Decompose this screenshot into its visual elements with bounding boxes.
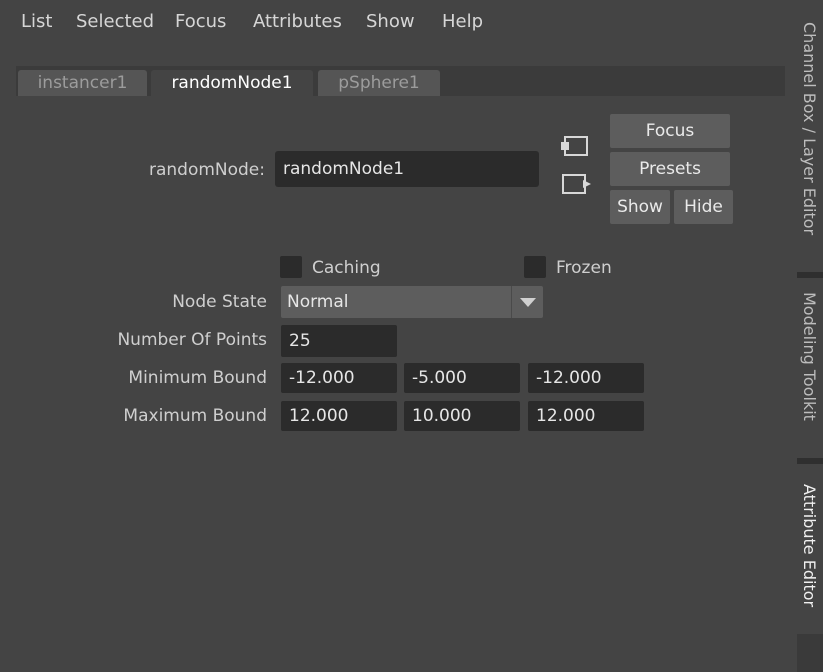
minimum-bound-x-field[interactable]: -12.000 (281, 363, 397, 393)
minimum-bound-label: Minimum Bound (128, 368, 267, 388)
node-state-dropdown[interactable]: Normal (281, 286, 543, 318)
side-tab-channel-box-label: Channel Box / Layer Editor (800, 22, 819, 236)
maximum-bound-y-field[interactable]: 10.000 (404, 401, 520, 431)
hide-button[interactable]: Hide (674, 190, 733, 224)
minimum-bound-y-field[interactable]: -5.000 (404, 363, 520, 393)
presets-button[interactable]: Presets (610, 152, 730, 186)
maximum-bound-x-field[interactable]: 12.000 (281, 401, 397, 431)
number-of-points-field[interactable]: 25 (281, 325, 397, 357)
node-type-label: randomNode: (148, 160, 265, 180)
caching-label: Caching (312, 258, 381, 278)
side-tab-modeling-toolkit-label: Modeling Toolkit (800, 292, 819, 421)
node-state-value: Normal (287, 292, 349, 312)
frozen-checkbox[interactable] (524, 256, 546, 278)
side-tab-attribute-editor[interactable]: Attribute Editor (797, 464, 823, 634)
node-name-field[interactable]: randomNode1 (275, 151, 539, 187)
frozen-label: Frozen (556, 258, 612, 278)
side-tab-attribute-editor-label: Attribute Editor (800, 484, 819, 608)
tab-instancer1[interactable]: instancer1 (18, 70, 147, 96)
side-tab-channel-box[interactable]: Channel Box / Layer Editor (797, 0, 823, 272)
menu-bar: List Selected Focus Attributes Show Help (0, 0, 797, 44)
focus-button[interactable]: Focus (610, 114, 730, 148)
menu-selected[interactable]: Selected (76, 11, 154, 32)
node-state-label: Node State (172, 292, 267, 312)
caching-checkbox[interactable] (280, 256, 302, 278)
menu-list[interactable]: List (21, 11, 52, 32)
minimum-bound-z-field[interactable]: -12.000 (528, 363, 644, 393)
tab-psphere1[interactable]: pSphere1 (318, 70, 440, 96)
tab-randomnode1[interactable]: randomNode1 (151, 70, 313, 96)
menu-help[interactable]: Help (442, 11, 483, 32)
load-input-icon[interactable] (559, 132, 591, 162)
maximum-bound-z-field[interactable]: 12.000 (528, 401, 644, 431)
side-tab-modeling-toolkit[interactable]: Modeling Toolkit (797, 278, 823, 458)
menu-show[interactable]: Show (366, 11, 415, 32)
number-of-points-label: Number Of Points (117, 330, 267, 350)
menu-attributes[interactable]: Attributes (253, 11, 342, 32)
maximum-bound-label: Maximum Bound (123, 406, 267, 426)
node-tab-strip: instancer1 randomNode1 pSphere1 (16, 66, 785, 96)
show-button[interactable]: Show (610, 190, 670, 224)
side-panel-tabs: Channel Box / Layer Editor Modeling Tool… (797, 0, 823, 672)
load-output-icon[interactable] (559, 170, 591, 200)
chevron-down-icon[interactable] (511, 286, 543, 318)
menu-focus[interactable]: Focus (175, 11, 226, 32)
